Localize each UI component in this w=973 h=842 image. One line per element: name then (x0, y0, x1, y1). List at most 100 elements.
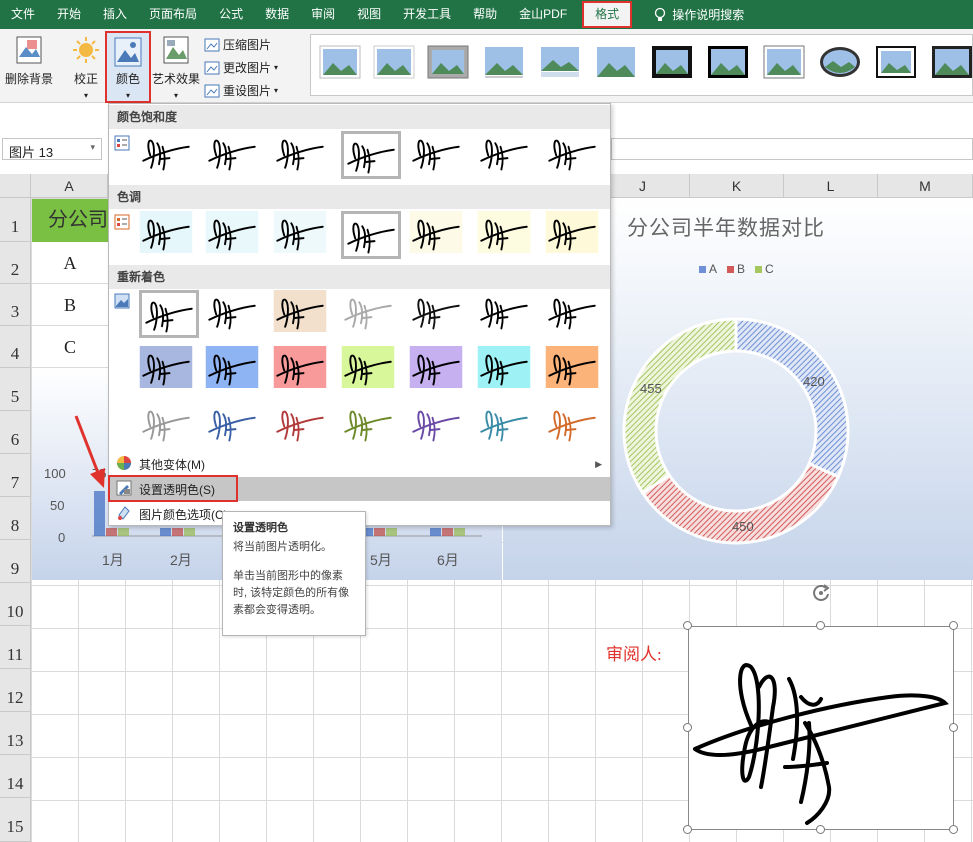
saturation-options-icon[interactable] (114, 135, 130, 151)
picture-style-4[interactable] (483, 45, 525, 79)
bar-2-2[interactable] (386, 528, 397, 536)
bar-1-0[interactable] (160, 528, 171, 536)
tab-file[interactable]: 文件 (0, 0, 46, 29)
picture-style-2[interactable] (373, 45, 415, 79)
donut-slice-c[interactable] (622, 317, 738, 496)
color-option-recolor-2-4[interactable] (341, 346, 401, 394)
color-option-saturation-1[interactable] (139, 131, 199, 179)
bar-1-2[interactable] (184, 528, 195, 536)
menu-item-more-variants[interactable]: 其他变体(M) ▶ (109, 452, 610, 476)
tell-me-search[interactable]: 操作说明搜索 (636, 6, 744, 23)
column-header-l[interactable]: L (784, 174, 878, 198)
tab-insert[interactable]: 插入 (92, 0, 138, 29)
color-option-tone-4[interactable] (341, 211, 401, 259)
tab-data[interactable]: 数据 (254, 0, 300, 29)
color-option-saturation-2[interactable] (205, 131, 265, 179)
resize-handle-t[interactable] (816, 621, 825, 630)
picture-style-1[interactable] (319, 45, 361, 79)
picture-style-5[interactable] (539, 45, 581, 79)
compress-pictures-button[interactable]: 压缩图片 (204, 36, 271, 53)
column-header-k[interactable]: K (690, 174, 784, 198)
remove-background-button[interactable]: 删除背景 (4, 35, 54, 87)
tab-kingsoft-pdf[interactable]: 金山PDF (508, 0, 578, 29)
picture-style-7[interactable] (651, 45, 693, 79)
recolor-options-icon[interactable] (114, 293, 130, 309)
color-option-recolor-3-7[interactable] (545, 402, 605, 450)
row-header-12[interactable]: 12 (0, 669, 31, 712)
cell-a1[interactable]: 分公司 (32, 199, 108, 242)
color-option-recolor-1-5[interactable] (409, 290, 469, 338)
bar-2-1[interactable] (374, 528, 385, 536)
tab-developer[interactable]: 开发工具 (392, 0, 462, 29)
color-option-recolor-1-3[interactable] (273, 290, 333, 338)
color-option-recolor-3-4[interactable] (341, 402, 401, 450)
tab-home[interactable]: 开始 (46, 0, 92, 29)
color-option-tone-2[interactable] (205, 211, 265, 259)
color-option-recolor-1-6[interactable] (477, 290, 537, 338)
color-option-tone-5[interactable] (409, 211, 469, 259)
tab-review[interactable]: 审阅 (300, 0, 346, 29)
tone-options-icon[interactable] (114, 214, 130, 230)
row-header-15[interactable]: 15 (0, 798, 31, 842)
color-option-saturation-7[interactable] (545, 131, 605, 179)
color-option-recolor-1-1[interactable] (139, 290, 199, 338)
resize-handle-tl[interactable] (683, 621, 692, 630)
artistic-effects-button[interactable]: 艺术效果 ▾ (151, 35, 201, 101)
color-option-recolor-2-7[interactable] (545, 346, 605, 394)
picture-style-10[interactable] (819, 45, 861, 79)
bar-0-0[interactable] (94, 491, 105, 536)
row-header-3[interactable]: 3 (0, 284, 31, 326)
row-header-8[interactable]: 8 (0, 497, 31, 540)
color-button[interactable]: 颜色 ▾ (105, 31, 151, 103)
color-option-recolor-1-2[interactable] (205, 290, 265, 338)
bar-0-1[interactable] (106, 528, 117, 536)
picture-style-9[interactable] (763, 45, 805, 79)
color-option-recolor-3-6[interactable] (477, 402, 537, 450)
color-option-recolor-2-3[interactable] (273, 346, 333, 394)
picture-style-11[interactable] (875, 45, 917, 79)
color-option-tone-7[interactable] (545, 211, 605, 259)
picture-style-3[interactable] (427, 45, 469, 79)
color-option-saturation-3[interactable] (273, 131, 333, 179)
color-option-recolor-1-4[interactable] (341, 290, 401, 338)
column-header-a[interactable]: A (31, 174, 108, 198)
color-option-recolor-3-1[interactable] (139, 402, 199, 450)
row-header-7[interactable]: 7 (0, 454, 31, 497)
resize-handle-r[interactable] (949, 723, 958, 732)
color-option-recolor-1-7[interactable] (545, 290, 605, 338)
tab-page-layout[interactable]: 页面布局 (138, 0, 208, 29)
color-option-saturation-5[interactable] (409, 131, 469, 179)
color-option-recolor-2-5[interactable] (409, 346, 469, 394)
resize-handle-bl[interactable] (683, 825, 692, 834)
row-header-10[interactable]: 10 (0, 583, 31, 626)
bar-0-2[interactable] (118, 528, 129, 536)
color-option-recolor-2-6[interactable] (477, 346, 537, 394)
tab-format[interactable]: 格式 (582, 1, 633, 28)
bar-3-1[interactable] (442, 528, 453, 536)
change-picture-button[interactable]: 更改图片 ▾ (204, 59, 278, 76)
row-header-9[interactable]: 9 (0, 540, 31, 583)
color-option-tone-6[interactable] (477, 211, 537, 259)
bar-3-0[interactable] (430, 528, 441, 536)
row-header-13[interactable]: 13 (0, 712, 31, 755)
rotate-handle-icon[interactable] (810, 582, 832, 604)
color-option-recolor-3-3[interactable] (273, 402, 333, 450)
color-option-saturation-6[interactable] (477, 131, 537, 179)
cell-a2[interactable]: A (32, 242, 108, 284)
color-option-saturation-4[interactable] (341, 131, 401, 179)
row-header-1[interactable]: 1 (0, 198, 31, 242)
color-option-recolor-3-2[interactable] (205, 402, 265, 450)
reset-picture-button[interactable]: 重设图片 ▾ (204, 82, 278, 99)
tab-view[interactable]: 视图 (346, 0, 392, 29)
bar-1-1[interactable] (172, 528, 183, 536)
row-header-4[interactable]: 4 (0, 326, 31, 368)
color-option-recolor-2-1[interactable] (139, 346, 199, 394)
column-header-m[interactable]: M (878, 174, 973, 198)
donut-slice-a[interactable] (734, 317, 850, 479)
cell-a3[interactable]: B (32, 284, 108, 326)
signature-picture[interactable] (688, 626, 954, 830)
color-option-recolor-2-2[interactable] (205, 346, 265, 394)
chevron-down-icon[interactable]: ▾ (90, 142, 95, 156)
color-option-tone-1[interactable] (139, 211, 199, 259)
row-header-14[interactable]: 14 (0, 755, 31, 798)
